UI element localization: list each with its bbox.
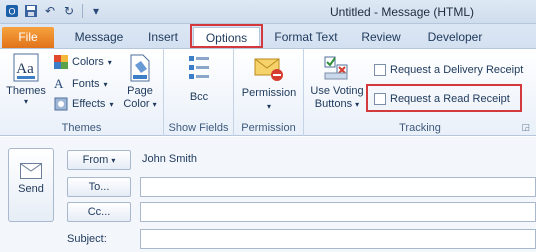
chevron-down-icon: ▾ bbox=[107, 57, 112, 67]
tab-insert[interactable]: Insert bbox=[140, 27, 186, 48]
bcc-label: Bcc bbox=[189, 91, 209, 103]
themes-button[interactable]: Aa Themes ▾ bbox=[4, 53, 48, 106]
tracking-group: Use Voting Buttons ▾ Request a Delivery … bbox=[304, 49, 536, 136]
quick-access-toolbar: O ↶ ↻ ▾ bbox=[4, 3, 104, 19]
use-voting-buttons-button[interactable]: Use Voting Buttons ▾ bbox=[306, 53, 368, 111]
show-fields-group-label: Show Fields bbox=[168, 122, 229, 134]
customize-toolbar-icon[interactable]: ▾ bbox=[88, 3, 104, 19]
ribbon: Aa Themes ▾ Colors ▾ A Fonts ▾ Effects ▾ bbox=[0, 48, 536, 136]
fonts-label: Fonts bbox=[72, 78, 100, 90]
show-fields-group: Bcc Show Fields bbox=[164, 49, 234, 136]
themes-label: Themes bbox=[6, 85, 46, 97]
tracking-group-label: Tracking bbox=[399, 122, 441, 134]
themes-group: Aa Themes ▾ Colors ▾ A Fonts ▾ Effects ▾ bbox=[0, 49, 164, 136]
from-label: From bbox=[82, 154, 109, 166]
tab-options[interactable]: Options bbox=[193, 27, 260, 48]
chevron-down-icon: ▾ bbox=[103, 79, 108, 89]
from-value: John Smith bbox=[142, 153, 198, 165]
window-title: Untitled - Message (HTML) bbox=[330, 5, 475, 19]
to-field[interactable] bbox=[140, 177, 536, 197]
subject-label: Subject: bbox=[67, 233, 107, 245]
delivery-receipt-label: Request a Delivery Receipt bbox=[390, 64, 524, 76]
voting-label-line1: Use Voting bbox=[310, 85, 364, 97]
ribbon-tabs: File Message Insert Options Format Text … bbox=[0, 24, 536, 48]
read-receipt-checkbox[interactable] bbox=[374, 93, 386, 105]
svg-text:O: O bbox=[8, 7, 15, 17]
effects-button[interactable]: Effects ▾ bbox=[54, 97, 113, 111]
read-receipt-label: Request a Read Receipt bbox=[390, 93, 510, 105]
page-color-label-line1: Page bbox=[127, 85, 153, 97]
svg-text:Aa: Aa bbox=[16, 61, 34, 77]
tab-format-text[interactable]: Format Text bbox=[270, 27, 342, 48]
undo-icon[interactable]: ↶ bbox=[42, 3, 58, 19]
tab-message[interactable]: Message bbox=[70, 27, 128, 48]
fonts-button[interactable]: A Fonts ▾ bbox=[54, 76, 108, 92]
voting-buttons-icon bbox=[324, 56, 348, 80]
send-envelope-icon bbox=[20, 163, 42, 179]
chevron-down-icon: ▾ bbox=[266, 102, 271, 111]
delivery-receipt-option[interactable]: Request a Delivery Receipt bbox=[374, 64, 523, 76]
fonts-icon: A bbox=[54, 76, 64, 91]
bcc-icon bbox=[189, 56, 209, 79]
page-color-label-line2: Color bbox=[123, 98, 150, 110]
colors-label: Colors bbox=[72, 56, 104, 68]
title-bar: O ↶ ↻ ▾ Untitled - Message (HTML) bbox=[0, 0, 536, 24]
subject-field[interactable] bbox=[140, 229, 536, 249]
redo-icon[interactable]: ↻ bbox=[61, 3, 77, 19]
tab-developer[interactable]: Developer bbox=[422, 27, 488, 48]
chevron-down-icon: ▾ bbox=[355, 100, 360, 109]
permission-group: Permission ▾ Permission bbox=[234, 49, 304, 136]
save-icon[interactable] bbox=[23, 3, 39, 19]
delivery-receipt-checkbox[interactable] bbox=[374, 64, 386, 76]
tab-review[interactable]: Review bbox=[355, 27, 407, 48]
permission-button[interactable]: Permission ▾ bbox=[238, 53, 300, 113]
effects-label: Effects bbox=[72, 98, 106, 110]
cc-button[interactable]: Cc... bbox=[67, 202, 131, 222]
bcc-button[interactable]: Bcc bbox=[174, 53, 224, 104]
from-button[interactable]: From ▾ bbox=[67, 150, 131, 170]
envelope-restricted-icon bbox=[254, 58, 283, 81]
permission-label: Permission bbox=[241, 87, 297, 99]
send-label: Send bbox=[18, 183, 44, 195]
permission-group-label: Permission bbox=[241, 122, 296, 134]
chevron-down-icon: ▾ bbox=[111, 156, 116, 165]
cc-field[interactable] bbox=[140, 202, 536, 222]
page-color-icon bbox=[130, 54, 150, 82]
effects-icon bbox=[54, 97, 68, 111]
chevron-down-icon: ▾ bbox=[152, 100, 157, 109]
themes-group-label: Themes bbox=[61, 122, 102, 134]
chevron-down-icon: ▾ bbox=[23, 97, 28, 106]
toolbar-separator bbox=[82, 4, 83, 18]
to-button[interactable]: To... bbox=[67, 177, 131, 197]
compose-header: Send From ▾ John Smith To... Cc... Subje… bbox=[0, 137, 536, 252]
themes-icon: Aa bbox=[13, 53, 39, 82]
dialog-launcher-icon[interactable]: ◲ bbox=[521, 122, 530, 133]
tab-file[interactable]: File bbox=[2, 27, 54, 48]
colors-icon bbox=[54, 55, 68, 69]
chevron-down-icon: ▾ bbox=[109, 99, 114, 109]
read-receipt-option[interactable]: Request a Read Receipt bbox=[374, 93, 510, 105]
send-button[interactable]: Send bbox=[8, 148, 54, 222]
voting-label-line2: Buttons bbox=[314, 98, 353, 110]
page-color-button[interactable]: Page Color ▾ bbox=[120, 53, 160, 111]
outlook-app-icon[interactable]: O bbox=[4, 3, 20, 19]
colors-button[interactable]: Colors ▾ bbox=[54, 55, 112, 69]
